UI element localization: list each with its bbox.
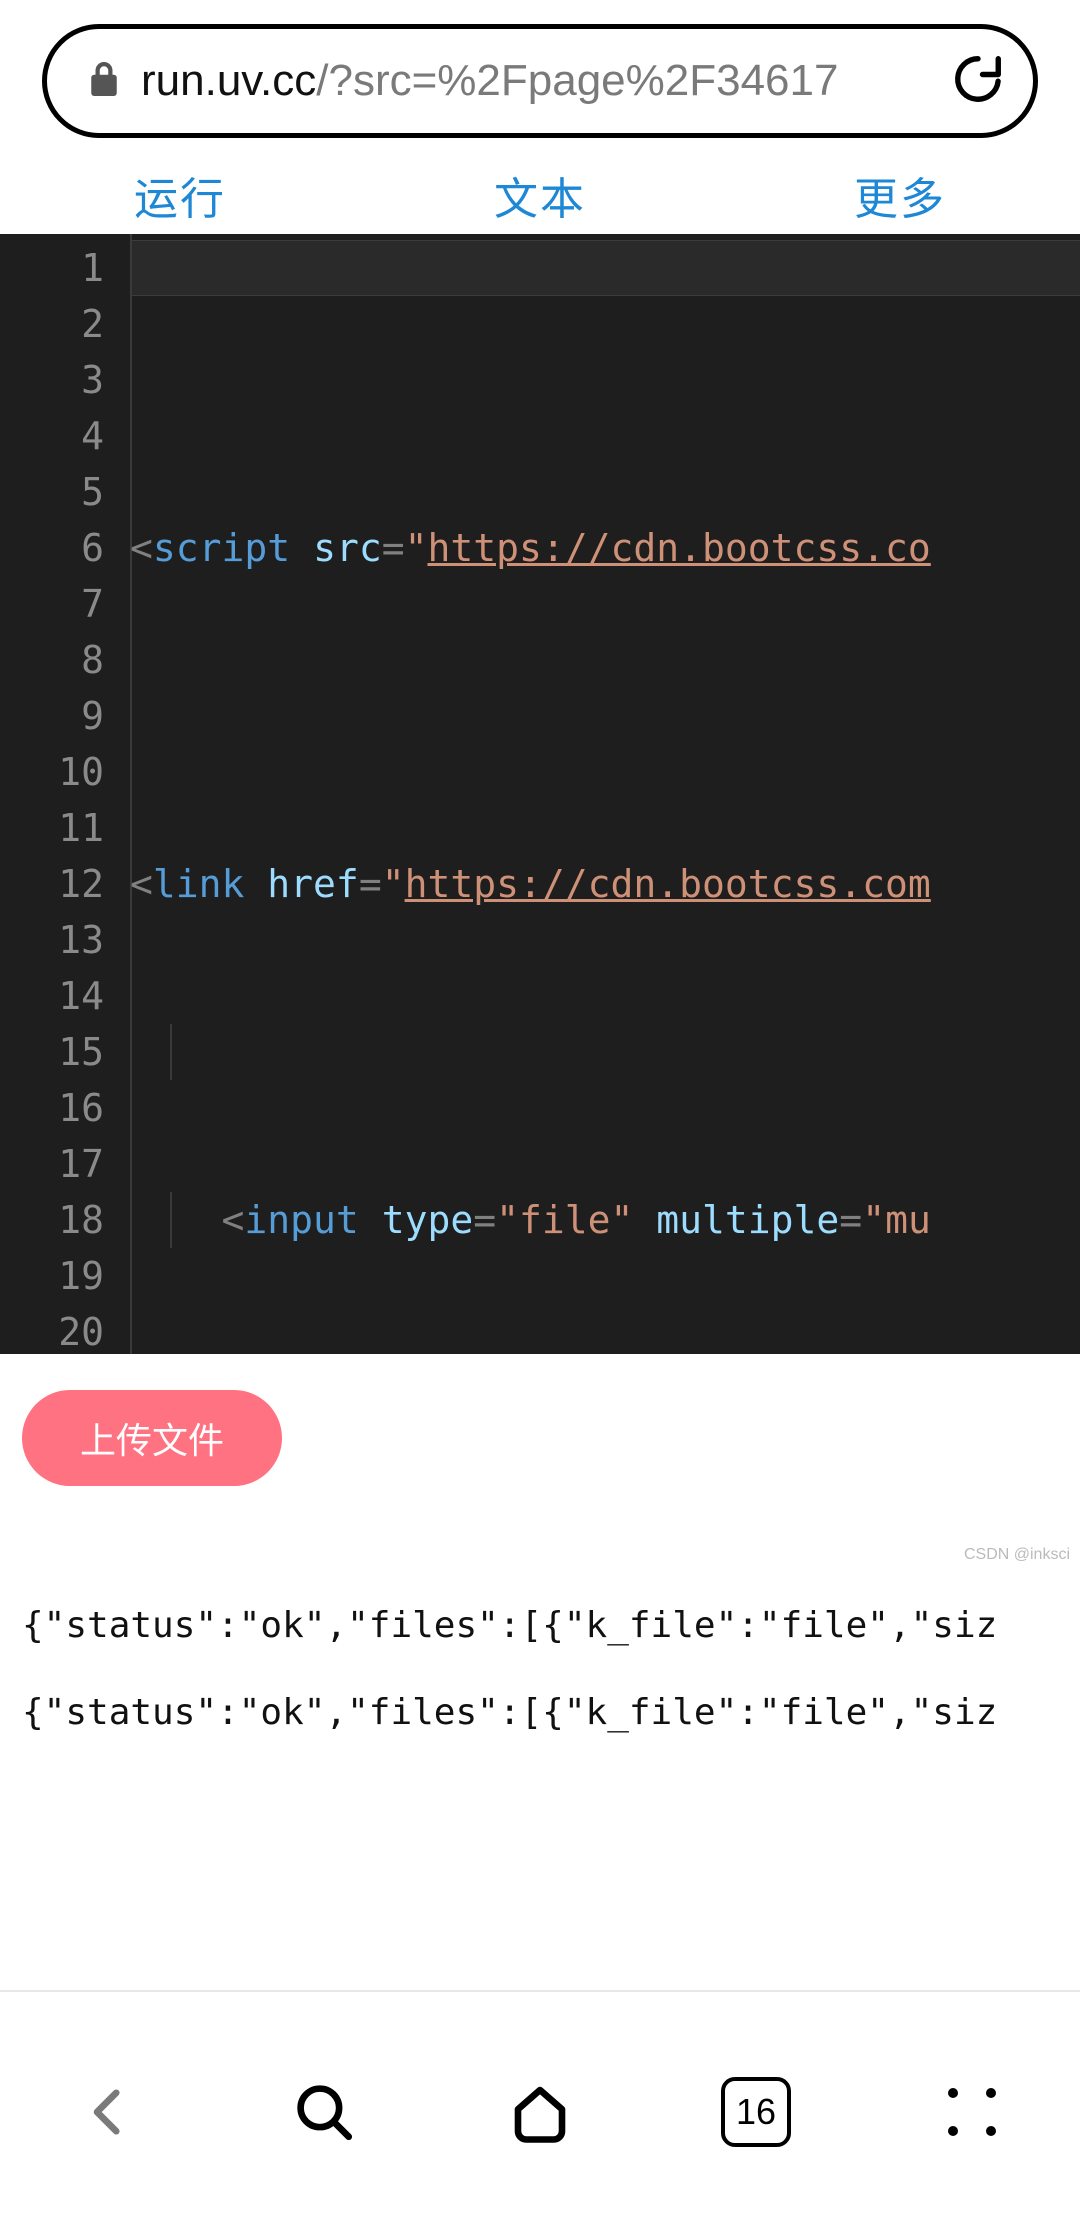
line-number: 14 [0, 968, 104, 1024]
line-number: 9 [0, 688, 104, 744]
url-host: run.uv.cc [141, 56, 316, 105]
code-line: <input type="file" multiple="mu [130, 1192, 1080, 1248]
line-number: 20 [0, 1304, 104, 1354]
line-number: 16 [0, 1080, 104, 1136]
tab-more[interactable]: 更多 [854, 163, 946, 227]
watermark: CSDN @inksci [964, 1546, 1070, 1564]
line-number: 11 [0, 800, 104, 856]
code-line [130, 688, 1080, 744]
code-editor[interactable]: 1234567891011121314151617181920 <script … [0, 234, 1080, 1354]
line-number: 18 [0, 1192, 104, 1248]
address-bar[interactable]: run.uv.cc/?src=%2Fpage%2F34617 [42, 24, 1038, 138]
line-number: 19 [0, 1248, 104, 1304]
line-number: 2 [0, 296, 104, 352]
line-number: 13 [0, 912, 104, 968]
back-button[interactable] [68, 2072, 148, 2152]
upload-button[interactable]: 上传文件 [22, 1390, 282, 1486]
tabs-button[interactable]: 16 [716, 2072, 796, 2152]
line-number: 7 [0, 576, 104, 632]
code-line: <script src="https://cdn.bootcss.co [130, 520, 1080, 576]
line-number: 1 [0, 240, 104, 296]
json-output: {"status":"ok","files":[{"k_file":"file"… [22, 1604, 1058, 1778]
bottom-nav: 16 [0, 1992, 1080, 2232]
tab-text[interactable]: 文本 [494, 163, 586, 227]
tab-count: 16 [736, 2091, 776, 2133]
reload-icon[interactable] [951, 52, 1005, 111]
active-line-highlight [130, 240, 1080, 296]
json-output-line: {"status":"ok","files":[{"k_file":"file"… [22, 1604, 1058, 1647]
line-number: 15 [0, 1024, 104, 1080]
menu-button[interactable] [932, 2072, 1012, 2152]
line-number: 8 [0, 632, 104, 688]
line-number: 4 [0, 408, 104, 464]
result-area: 上传文件 {"status":"ok","files":[{"k_file":"… [0, 1354, 1080, 1778]
search-button[interactable] [284, 2072, 364, 2152]
code-line: <link href="https://cdn.bootcss.com [130, 856, 1080, 912]
code-content[interactable]: <script src="https://cdn.bootcss.co <lin… [130, 234, 1080, 1354]
line-number: 5 [0, 464, 104, 520]
action-tabs: 运行 文本 更多 [0, 156, 1080, 234]
line-number: 10 [0, 744, 104, 800]
line-number: 6 [0, 520, 104, 576]
json-output-line: {"status":"ok","files":[{"k_file":"file"… [22, 1691, 1058, 1734]
line-number: 12 [0, 856, 104, 912]
address-bar-container: run.uv.cc/?src=%2Fpage%2F34617 [0, 0, 1080, 156]
home-button[interactable] [500, 2072, 580, 2152]
code-line [130, 1024, 1080, 1080]
url-text: run.uv.cc/?src=%2Fpage%2F34617 [141, 56, 931, 106]
line-number-gutter: 1234567891011121314151617181920 [0, 234, 130, 1354]
lock-icon [87, 59, 121, 104]
line-number: 17 [0, 1136, 104, 1192]
tab-run[interactable]: 运行 [134, 163, 226, 227]
line-number: 3 [0, 352, 104, 408]
menu-dots-icon [942, 2082, 1002, 2142]
url-path: /?src=%2Fpage%2F34617 [316, 56, 838, 105]
